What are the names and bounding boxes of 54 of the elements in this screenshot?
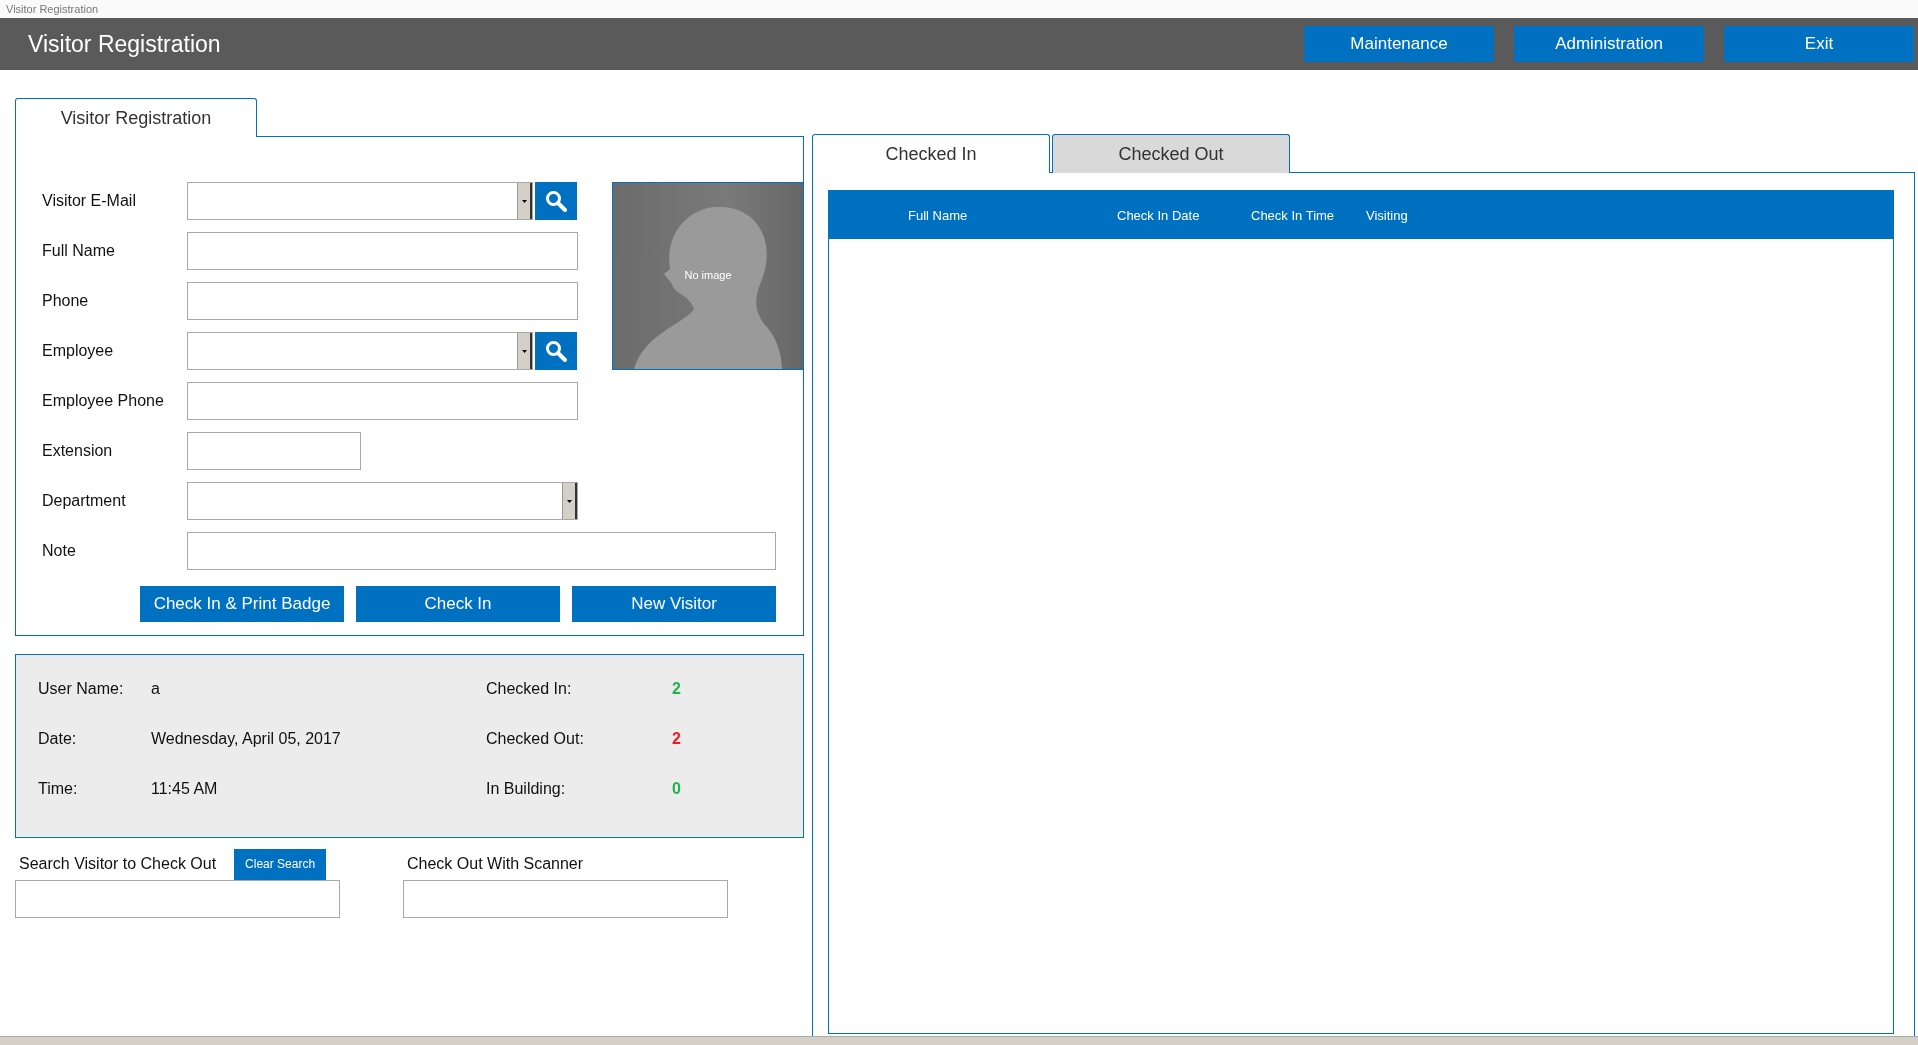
- scanner-label: Check Out With Scanner: [407, 855, 584, 873]
- search-label: Search Visitor to Check Out: [19, 855, 217, 873]
- count-label: Checked In:: [486, 680, 573, 698]
- count-value: 0: [672, 780, 681, 798]
- action-button[interactable]: New Visitor: [572, 586, 776, 622]
- search-button[interactable]: [535, 332, 577, 370]
- clear-search-button[interactable]: Clear Search: [234, 848, 327, 880]
- info-value: Wednesday, April 05, 2017: [151, 730, 342, 748]
- photo-caption: No image: [683, 269, 733, 281]
- header-button[interactable]: Administration: [1514, 26, 1704, 62]
- count-value: 2: [672, 730, 681, 748]
- column-header: Visiting: [1366, 207, 1408, 223]
- info-value: a: [151, 680, 161, 698]
- field-label: Department: [42, 492, 127, 510]
- combo-field[interactable]: [187, 332, 533, 370]
- header-button[interactable]: Exit: [1724, 26, 1914, 62]
- window-title: Visitor Registration: [6, 3, 99, 15]
- search-button[interactable]: [535, 182, 577, 220]
- checkout-search-field[interactable]: [15, 880, 340, 918]
- text-field[interactable]: [187, 382, 578, 420]
- text-field[interactable]: [187, 232, 578, 270]
- field-label: Extension: [42, 442, 114, 460]
- column-header: Full Name: [908, 207, 969, 223]
- info-label: Time:: [38, 780, 79, 798]
- list-tab[interactable]: Checked Out: [1052, 134, 1290, 173]
- header-button[interactable]: Maintenance: [1304, 26, 1494, 62]
- info-value: 11:45 AM: [151, 780, 219, 798]
- text-field[interactable]: [187, 532, 776, 570]
- info-label: Date:: [38, 730, 78, 748]
- form-tab[interactable]: Visitor Registration: [15, 98, 257, 137]
- scanner-field[interactable]: [403, 880, 728, 918]
- field-label: Note: [42, 542, 77, 560]
- info-label: User Name:: [38, 680, 125, 698]
- count-label: Checked Out:: [486, 730, 585, 748]
- field-label: Visitor E-Mail: [42, 192, 137, 210]
- list-tab[interactable]: Checked In: [812, 134, 1050, 173]
- search-icon: [545, 190, 567, 212]
- app-title: Visitor Registration: [28, 30, 221, 58]
- field-label: Employee: [42, 342, 115, 360]
- count-value: 2: [672, 680, 681, 698]
- column-header: Check In Date: [1117, 207, 1201, 223]
- field-label: Full Name: [42, 242, 116, 260]
- combo-field[interactable]: [187, 182, 533, 220]
- column-header: Check In Time: [1251, 207, 1336, 223]
- combo-field[interactable]: [187, 482, 578, 520]
- count-label: In Building:: [486, 780, 567, 798]
- action-button[interactable]: Check In: [356, 586, 560, 622]
- search-icon: [545, 340, 567, 362]
- field-label: Phone: [42, 292, 90, 310]
- action-button[interactable]: Check In & Print Badge: [140, 586, 344, 622]
- field-label: Employee Phone: [42, 392, 165, 410]
- text-field[interactable]: [187, 282, 578, 320]
- person-silhouette-icon: [634, 207, 782, 369]
- text-field[interactable]: [187, 432, 361, 470]
